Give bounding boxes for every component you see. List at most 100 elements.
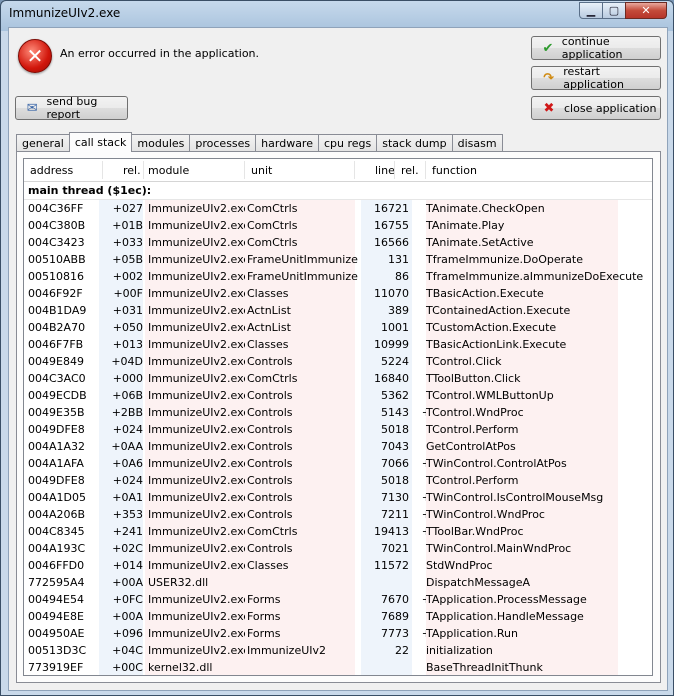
cell-address: 004A1D05 xyxy=(28,491,86,504)
table-row[interactable]: 004C3AC0 +000 ImmunizeUIv2.exe ComCtrls 1684… xyxy=(24,370,652,387)
table-row[interactable]: 004A206B +353 ImmunizeUIv2.exe Controls 7211… xyxy=(24,506,652,523)
cell-line: 7773 xyxy=(361,625,412,642)
cell-unit: ComCtrls xyxy=(245,523,355,540)
column-divider[interactable] xyxy=(354,161,355,179)
tab-general[interactable]: general xyxy=(16,134,70,152)
column-header-unit[interactable]: unit xyxy=(251,164,272,177)
table-row[interactable]: 00494E8E+00AImmunizeUIv2.exeForms7689+1T… xyxy=(24,608,652,625)
table-row[interactable]: 0049E849 +04D ImmunizeUIv2.exe Controls 5224… xyxy=(24,353,652,370)
table-row[interactable]: 0049ECDB +06B ImmunizeUIv2.exe Controls 5362… xyxy=(24,387,652,404)
cell-line: 22 xyxy=(361,642,412,659)
cell-rel: +00A xyxy=(99,608,143,625)
cell-line: 7021 xyxy=(361,540,412,557)
column-header-function[interactable]: function xyxy=(432,164,477,177)
send-bug-report-label: send bug report xyxy=(46,95,98,121)
call-stack-panel: address rel. module unit line rel. funct… xyxy=(16,151,661,683)
table-row[interactable]: 772595A4 +00A USER32.dll DispatchMessageA xyxy=(24,574,652,591)
thread-header[interactable]: main thread ($1ec): xyxy=(24,182,652,200)
table-row[interactable]: 004C380B +01B ImmunizeUIv2.exe ComCtrls 1675… xyxy=(24,217,652,234)
cell-address: 004C8345 xyxy=(28,525,85,538)
cell-unit xyxy=(245,574,355,591)
table-row[interactable]: 0049DFE8 +024 ImmunizeUIv2.exe Controls 5018… xyxy=(24,472,652,489)
window-title: ImmunizeUIv2.exe xyxy=(9,6,121,20)
cell-line: 7066 xyxy=(361,455,412,472)
cell-line: 131 xyxy=(361,251,412,268)
column-header-rel2[interactable]: rel. xyxy=(401,164,419,177)
cell-rel: +00F xyxy=(99,285,143,302)
cell-address: 00494E8E xyxy=(28,610,84,623)
tab-processes[interactable]: processes xyxy=(189,134,257,152)
table-row[interactable]: 00510ABB +05B ImmunizeUIv2.exe FrameUnitImm… xyxy=(24,251,652,268)
cell-line: 1001 xyxy=(361,319,412,336)
close-window-button[interactable]: ✕ xyxy=(625,2,667,19)
cell-unit: FrameUnitImmunize xyxy=(245,251,358,268)
table-row[interactable]: 00510816 +002 ImmunizeUIv2.exe FrameUnitImm… xyxy=(24,268,652,285)
table-row[interactable]: 773919EF +00C kernel32.dll BaseThreadInitTh… xyxy=(24,659,652,675)
table-row[interactable]: 0046F92F +00F ImmunizeUIv2.exe Classes 11070… xyxy=(24,285,652,302)
tab-hardware[interactable]: hardware xyxy=(255,134,319,152)
cell-function: StdWndProc xyxy=(426,557,618,574)
table-row[interactable]: 004A193C +02C ImmunizeUIv2.exe Controls 7021… xyxy=(24,540,652,557)
cell-function: TToolBar.WndProc xyxy=(426,523,618,540)
tab-modules[interactable]: modules xyxy=(131,134,191,152)
column-header-module[interactable]: module xyxy=(148,164,189,177)
table-row[interactable]: 0049E35B +2BB ImmunizeUIv2.exe Controls 5143… xyxy=(24,404,652,421)
maximize-button[interactable]: ▢ xyxy=(602,2,626,19)
tab-disasm[interactable]: disasm xyxy=(451,134,503,152)
cell-unit: Controls xyxy=(245,421,355,438)
minimize-button[interactable]: ▁ xyxy=(579,2,603,19)
cell-line: 5224 xyxy=(361,353,412,370)
column-divider[interactable] xyxy=(143,161,144,179)
column-divider[interactable] xyxy=(244,161,245,179)
cell-module: ImmunizeUIv2.exe xyxy=(145,472,250,489)
cell-function: TWinControl.MainWndProc xyxy=(426,540,618,557)
table-row[interactable]: 004A1AFA +0A6 ImmunizeUIv2.exe Controls 7066… xyxy=(24,455,652,472)
column-divider[interactable] xyxy=(394,161,395,179)
cell-module: ImmunizeUIv2.exe xyxy=(145,421,250,438)
cell-module: ImmunizeUIv2.exe xyxy=(145,523,250,540)
table-row[interactable]: 004C36FF +027 ImmunizeUIv2.exe ComCtrls 1672… xyxy=(24,200,652,217)
table-row[interactable]: 0049DFE8 +024 ImmunizeUIv2.exe Controls 5018… xyxy=(24,421,652,438)
table-row[interactable]: 004A1D05 +0A1 ImmunizeUIv2.exe Controls 7130… xyxy=(24,489,652,506)
table-row[interactable]: 00513D3C +04C ImmunizeUIv2.exe ImmunizeUIv2… xyxy=(24,642,652,659)
cell-address: 004B2A70 xyxy=(28,321,86,334)
column-header-line[interactable]: line xyxy=(375,164,395,177)
table-row[interactable]: 004C8345 +241 ImmunizeUIv2.exe ComCtrls 1941… xyxy=(24,523,652,540)
table-row[interactable]: 004B2A70 +050 ImmunizeUIv2.exe ActnList 1001… xyxy=(24,319,652,336)
cell-unit: Controls xyxy=(245,404,355,421)
table-row[interactable]: 004C3423 +033 ImmunizeUIv2.exe ComCtrls 1656… xyxy=(24,234,652,251)
cell-address: 0049ECDB xyxy=(28,389,87,402)
cell-rel: +024 xyxy=(99,472,143,489)
table-row[interactable]: 004B1DA9+031ImmunizeUIv2.exeActnList389+… xyxy=(24,302,652,319)
table-row[interactable]: 0046FFD0 +014 ImmunizeUIv2.exe Classes 11572… xyxy=(24,557,652,574)
cell-line: 7043 xyxy=(361,438,412,455)
column-header-rel[interactable]: rel. xyxy=(123,164,141,177)
continue-application-button[interactable]: ✔ continue application xyxy=(531,35,661,61)
tab-stack-dump[interactable]: stack dump xyxy=(376,134,453,152)
table-row[interactable]: 004A1A32 +0AA ImmunizeUIv2.exe Controls 7043… xyxy=(24,438,652,455)
column-divider[interactable] xyxy=(425,161,426,179)
cell-module: ImmunizeUIv2.exe xyxy=(145,234,250,251)
call-stack-list[interactable]: address rel. module unit line rel. funct… xyxy=(23,158,653,676)
cell-line: 5018 xyxy=(361,421,412,438)
table-row[interactable]: 00494E54+0FCImmunizeUIv2.exeForms7670+23… xyxy=(24,591,652,608)
tab-cpu-regs[interactable]: cpu regs xyxy=(317,134,378,152)
cell-rel: +014 xyxy=(99,557,143,574)
cell-module: ImmunizeUIv2.exe xyxy=(145,642,250,659)
title-bar[interactable]: ImmunizeUIv2.exe ▁ ▢ ✕ xyxy=(1,1,673,27)
table-row[interactable]: 004950AE+096ImmunizeUIv2.exeForms7773+16… xyxy=(24,625,652,642)
cell-module: ImmunizeUIv2.exe xyxy=(145,285,250,302)
close-application-button[interactable]: ✖ close application xyxy=(531,96,661,120)
restart-application-button[interactable]: ↷ restart application xyxy=(531,65,661,91)
cell-function: TApplication.Run xyxy=(426,625,618,642)
table-row[interactable]: 0046F7FB +013 ImmunizeUIv2.exe Classes 10999… xyxy=(24,336,652,353)
cell-rel: +096 xyxy=(99,625,143,642)
cell-function: TControl.Perform xyxy=(426,472,618,489)
cell-line xyxy=(361,659,412,675)
tab-call-stack[interactable]: call stack xyxy=(68,132,133,152)
cell-address: 004A1AFA xyxy=(28,457,84,470)
column-header-address[interactable]: address xyxy=(30,164,73,177)
column-divider[interactable] xyxy=(102,161,103,179)
send-bug-report-button[interactable]: ✉ send bug report xyxy=(15,95,128,121)
cell-rel: +02C xyxy=(99,540,143,557)
